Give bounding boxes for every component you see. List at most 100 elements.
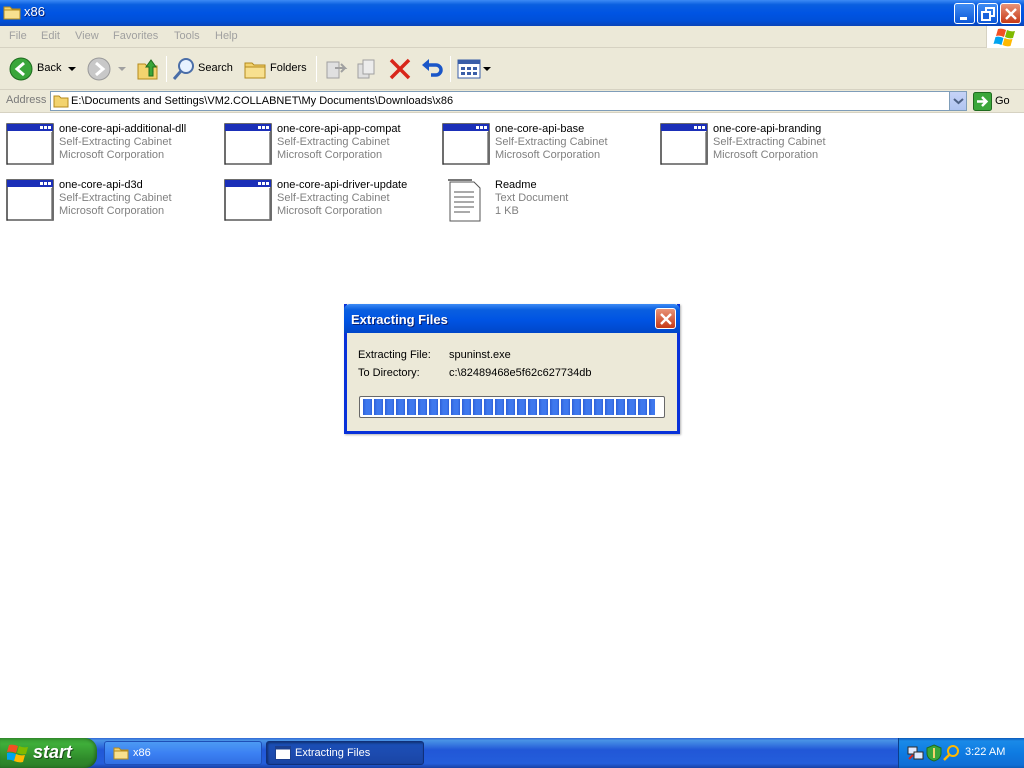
go-button[interactable]: Go <box>972 92 1022 111</box>
restore-button[interactable] <box>977 3 998 24</box>
file-type: Self-Extracting Cabinet <box>495 136 608 148</box>
forward-button[interactable] <box>84 54 126 84</box>
file-item[interactable]: one-core-api-additional-dll Self-Extracti… <box>0 114 210 165</box>
file-item[interactable]: one-core-api-driver-update Self-Extractin… <box>218 170 428 221</box>
restore-icon <box>981 7 995 21</box>
extracting-file-label: Extracting File: <box>358 349 431 361</box>
address-bar: Address E:\Documents and Settings\VM2.CO… <box>0 90 1024 113</box>
menu-tools[interactable]: Tools <box>174 30 200 42</box>
file-detail: Microsoft Corporation <box>713 149 819 161</box>
window-title: x86 <box>24 4 45 19</box>
progress-fill <box>363 399 656 415</box>
address-label: Address <box>6 94 47 106</box>
taskbar-item-extracting-files[interactable]: Extracting Files <box>266 741 424 765</box>
views-button[interactable] <box>455 54 493 84</box>
menu-favorites[interactable]: Favorites <box>113 30 158 42</box>
chevron-down-icon <box>483 67 491 71</box>
folder-icon <box>53 95 69 108</box>
up-folder-icon <box>137 59 158 80</box>
chevron-down-icon <box>118 67 126 71</box>
cabinet-window-icon <box>6 123 54 165</box>
go-arrow-icon <box>973 92 992 111</box>
menu-edit[interactable]: Edit <box>41 30 60 42</box>
menu-bar: File Edit View Favorites Tools Help <box>0 26 1024 48</box>
text-document-icon <box>448 179 481 222</box>
file-type: Self-Extracting Cabinet <box>277 136 390 148</box>
start-button[interactable]: start <box>0 738 97 768</box>
file-type: Text Document <box>495 192 569 204</box>
menu-view[interactable]: View <box>75 30 99 42</box>
window-title-bar[interactable]: x86 <box>0 0 1024 26</box>
file-detail: Microsoft Corporation <box>277 205 383 217</box>
toolbar-separator <box>450 56 451 82</box>
copy-to-button[interactable] <box>354 54 382 84</box>
cabinet-window-icon <box>224 123 272 165</box>
undo-button[interactable] <box>418 54 446 84</box>
dialog-title-bar[interactable]: Extracting Files <box>344 304 680 333</box>
file-item[interactable]: one-core-api-app-compat Self-Extracting C… <box>218 114 428 165</box>
file-detail: 1 KB <box>495 205 519 217</box>
close-icon <box>660 313 672 325</box>
file-type: Self-Extracting Cabinet <box>59 192 172 204</box>
delete-button[interactable] <box>386 54 414 84</box>
system-tray: 3:22 AM <box>898 738 1024 768</box>
back-arrow-icon <box>9 57 33 81</box>
dialog-body: Extracting File: spuninst.exe To Directo… <box>347 333 677 431</box>
chevron-down-icon <box>68 67 76 71</box>
dialog-close-button[interactable] <box>655 308 676 329</box>
up-folder-button[interactable] <box>134 54 162 84</box>
file-item[interactable]: one-core-api-branding Self-Extracting Cab… <box>654 114 864 165</box>
file-detail: Microsoft Corporation <box>59 149 165 161</box>
file-name: one-core-api-additional-dll <box>59 123 187 135</box>
dialog-title: Extracting Files <box>351 312 448 327</box>
views-icon <box>457 59 481 79</box>
taskbar: start x86 Extracting Files 3:22 AM <box>0 738 1024 768</box>
folders-icon <box>244 62 266 79</box>
file-item[interactable]: one-core-api-d3d Self-Extracting Cabinet M… <box>0 170 210 221</box>
menu-help[interactable]: Help <box>215 30 238 42</box>
file-detail: Microsoft Corporation <box>495 149 601 161</box>
move-to-button[interactable] <box>322 54 350 84</box>
file-name: one-core-api-d3d <box>59 179 143 191</box>
search-icon[interactable] <box>943 744 959 762</box>
copy-to-icon <box>357 59 375 79</box>
close-button[interactable] <box>1000 3 1021 24</box>
chevron-down-icon <box>953 98 964 105</box>
minimize-icon <box>960 17 967 20</box>
extracting-files-dialog[interactable]: Extracting Files Extracting File: spunin… <box>344 304 680 434</box>
taskbar-item-x86[interactable]: x86 <box>104 741 262 765</box>
file-detail: Microsoft Corporation <box>277 149 383 161</box>
taskbar-clock: 3:22 AM <box>965 746 1006 758</box>
address-value: E:\Documents and Settings\VM2.COLLABNET\… <box>71 95 454 107</box>
minimize-button[interactable] <box>954 3 975 24</box>
address-dropdown-button[interactable] <box>949 92 966 110</box>
windows-logo <box>986 26 1024 48</box>
undo-icon <box>422 59 443 77</box>
to-directory-value: c:\82489468e5f62c627734db <box>449 367 592 379</box>
search-button[interactable]: Search <box>170 54 236 84</box>
menu-file[interactable]: File <box>9 30 27 42</box>
address-input[interactable]: E:\Documents and Settings\VM2.COLLABNET\… <box>50 91 967 111</box>
back-button[interactable]: Back <box>6 54 78 84</box>
cabinet-window-icon <box>224 179 272 221</box>
delete-x-icon <box>389 58 411 80</box>
cabinet-window-icon <box>6 179 54 221</box>
file-name: one-core-api-base <box>495 123 585 135</box>
file-item[interactable]: Readme Text Document 1 KB <box>436 170 646 222</box>
file-detail: Microsoft Corporation <box>59 205 165 217</box>
folders-button[interactable]: Folders <box>242 54 312 84</box>
file-name: one-core-api-driver-update <box>277 179 408 191</box>
toolbar: Back Search Folders <box>0 48 1024 90</box>
cabinet-window-icon <box>442 123 490 165</box>
file-type: Self-Extracting Cabinet <box>713 136 826 148</box>
cabinet-window-icon <box>660 123 708 165</box>
file-name: Readme <box>495 179 537 191</box>
file-name: one-core-api-branding <box>713 123 822 135</box>
folder-icon <box>3 6 21 20</box>
file-name: one-core-api-app-compat <box>277 123 401 135</box>
to-directory-label: To Directory: <box>358 367 420 379</box>
network-icon[interactable] <box>907 744 925 762</box>
file-item[interactable]: one-core-api-base Self-Extracting Cabinet… <box>436 114 646 165</box>
file-type: Self-Extracting Cabinet <box>59 136 172 148</box>
security-shield-icon[interactable] <box>926 744 942 762</box>
